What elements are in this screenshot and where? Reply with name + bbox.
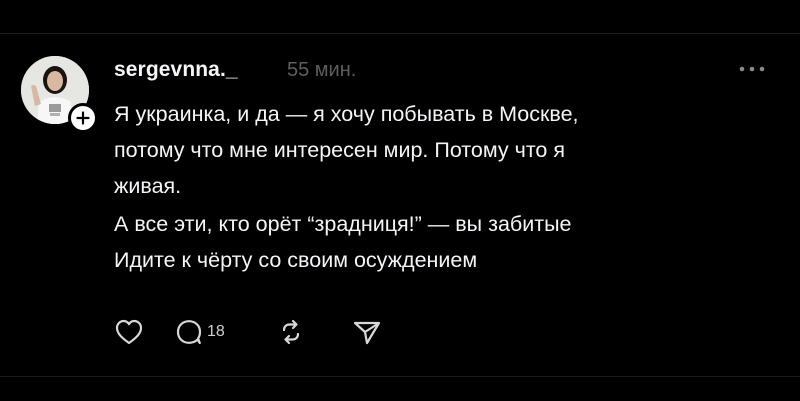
- username[interactable]: sergevnna._: [114, 58, 238, 82]
- plus-icon: [76, 111, 90, 125]
- comment-icon: [176, 320, 202, 345]
- send-icon: [353, 321, 381, 345]
- post-text-line: Идите к чёрту со своим осуждением: [114, 248, 478, 272]
- share-button[interactable]: [352, 318, 392, 346]
- reply-button[interactable]: 18: [174, 318, 276, 346]
- repost-icon: [282, 319, 300, 345]
- post-text-line: потому что мне интересен мир. Потому что…: [114, 138, 565, 162]
- post-actions: 18: [114, 314, 392, 350]
- more-options-button[interactable]: [737, 60, 767, 78]
- post-text-line: А все эти, кто орёт “зрадниця!” — вы заб…: [114, 212, 572, 236]
- post-text: Я украинка, и да — я хочу побывать в Мос…: [114, 96, 764, 278]
- repost-button[interactable]: [276, 318, 352, 346]
- bottom-divider: [0, 376, 800, 377]
- heart-icon: [115, 319, 143, 345]
- follow-button[interactable]: [68, 103, 98, 133]
- more-horizontal-icon: [739, 66, 765, 72]
- post-timestamp[interactable]: 55 мин.: [287, 59, 356, 82]
- post-text-line: Я украинка, и да — я хочу побывать в Мос…: [114, 102, 579, 126]
- reply-count: 18: [207, 323, 225, 340]
- thread-post: sergevnna._ 55 мин. Я украинка, и да — я…: [0, 0, 800, 401]
- post-text-line: живая.: [114, 174, 182, 198]
- like-button[interactable]: [114, 318, 174, 346]
- top-divider: [0, 33, 800, 34]
- avatar-container[interactable]: [21, 56, 98, 133]
